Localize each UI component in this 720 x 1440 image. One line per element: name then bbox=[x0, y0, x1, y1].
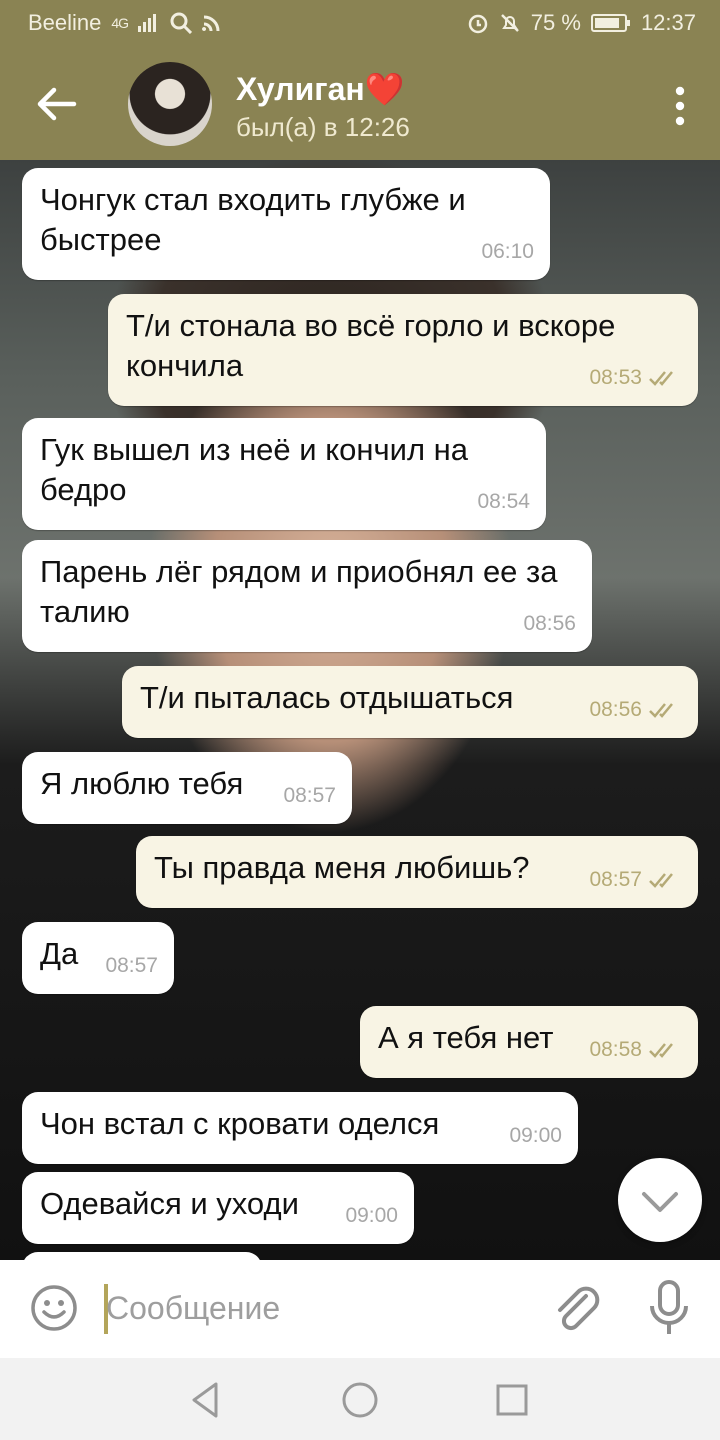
carrier-label: Beeline bbox=[28, 10, 102, 35]
double-check-icon bbox=[649, 371, 673, 386]
message-composer: Сообщение bbox=[0, 1260, 720, 1358]
message-time: 08:57 bbox=[589, 868, 642, 891]
status-bar: Beeline 4G 75 % 12:37 bbox=[0, 0, 720, 48]
message-time: 08:53 bbox=[589, 366, 642, 389]
message-bubble[interactable]: Я люблю тебя 08:57 bbox=[22, 752, 352, 824]
double-check-icon bbox=[649, 1043, 673, 1058]
chat-title[interactable]: Хулиган❤️ bbox=[236, 70, 405, 108]
message-bubble[interactable]: Чон встал с кровати оделся 09:00 bbox=[22, 1092, 578, 1164]
avatar[interactable] bbox=[128, 62, 212, 146]
message-bubble[interactable]: Т/и пыталась отдышаться 08:56 bbox=[122, 666, 698, 738]
nav-home-icon[interactable] bbox=[340, 1380, 380, 1420]
smiley-icon[interactable] bbox=[30, 1284, 78, 1332]
battery-icon bbox=[590, 14, 630, 32]
chevron-down-icon bbox=[642, 1192, 678, 1212]
cast-icon bbox=[202, 15, 220, 32]
message-time: 08:58 bbox=[589, 1038, 642, 1061]
message-time: 08:56 bbox=[523, 612, 576, 635]
system-nav-bar bbox=[0, 1358, 720, 1440]
search-icon bbox=[170, 12, 193, 34]
message-text: Чон встал с кровати оделся bbox=[40, 1106, 440, 1141]
message-bubble[interactable]: Гук вышел из неё и кончил на бедро 08:54 bbox=[22, 418, 546, 530]
message-time: 08:57 bbox=[105, 954, 158, 977]
message-time: 09:00 bbox=[345, 1204, 398, 1227]
network-type: 4G bbox=[111, 15, 129, 31]
message-bubble[interactable]: Парень лёг рядом и приобнял ее за талию … bbox=[22, 540, 592, 652]
last-seen-status: был(а) в 12:26 bbox=[236, 112, 410, 142]
message-time: 08:57 bbox=[283, 784, 336, 807]
signal-icon bbox=[138, 14, 157, 32]
microphone-icon[interactable] bbox=[648, 1280, 690, 1336]
arrow-left-icon[interactable] bbox=[34, 82, 78, 126]
kebab-menu-icon[interactable] bbox=[674, 86, 686, 126]
message-text: Чонгук стал входить глубже и быстрее bbox=[40, 182, 475, 257]
contact-name: Хулиган bbox=[236, 71, 365, 107]
alarm-icon bbox=[468, 14, 488, 34]
message-bubble[interactable]: Ты правда меня любишь? 08:57 bbox=[136, 836, 698, 908]
message-time: 08:56 bbox=[589, 698, 642, 721]
double-check-icon bbox=[649, 873, 673, 888]
message-bubble[interactable]: А я тебя нет 08:58 bbox=[360, 1006, 698, 1078]
chat-messages[interactable]: Чонгук стал входить глубже и быстрее 06:… bbox=[0, 160, 720, 1260]
double-check-icon bbox=[649, 703, 673, 718]
battery-percent: 75 % bbox=[530, 10, 581, 35]
message-time: 08:54 bbox=[477, 490, 530, 513]
message-bubble[interactable]: Да 08:57 bbox=[22, 922, 174, 994]
clock: 12:37 bbox=[640, 10, 696, 35]
message-bubble-partial[interactable] bbox=[22, 1252, 262, 1260]
mute-icon bbox=[500, 14, 519, 32]
message-text: Одевайся и уходи bbox=[40, 1186, 299, 1221]
message-bubble[interactable]: Одевайся и уходи 09:00 bbox=[22, 1172, 414, 1244]
message-text: Парень лёг рядом и приобнял ее за талию bbox=[40, 554, 567, 629]
message-time: 06:10 bbox=[481, 240, 534, 263]
paperclip-icon[interactable] bbox=[552, 1282, 600, 1336]
heart-emoji: ❤️ bbox=[364, 71, 405, 107]
message-time: 09:00 bbox=[509, 1124, 562, 1147]
message-bubble[interactable]: Чонгук стал входить глубже и быстрее 06:… bbox=[22, 168, 550, 280]
message-text: Гук вышел из неё и кончил на бедро bbox=[40, 432, 477, 507]
message-bubble[interactable]: Т/и стонала во всё горло и вскоре кончил… bbox=[108, 294, 698, 406]
nav-back-icon[interactable] bbox=[186, 1380, 226, 1420]
scroll-down-button[interactable] bbox=[618, 1158, 702, 1242]
nav-recents-icon[interactable] bbox=[492, 1380, 532, 1420]
chat-header: Хулиган❤️ был(а) в 12:26 bbox=[0, 48, 720, 160]
message-input[interactable]: Сообщение bbox=[106, 1290, 280, 1327]
